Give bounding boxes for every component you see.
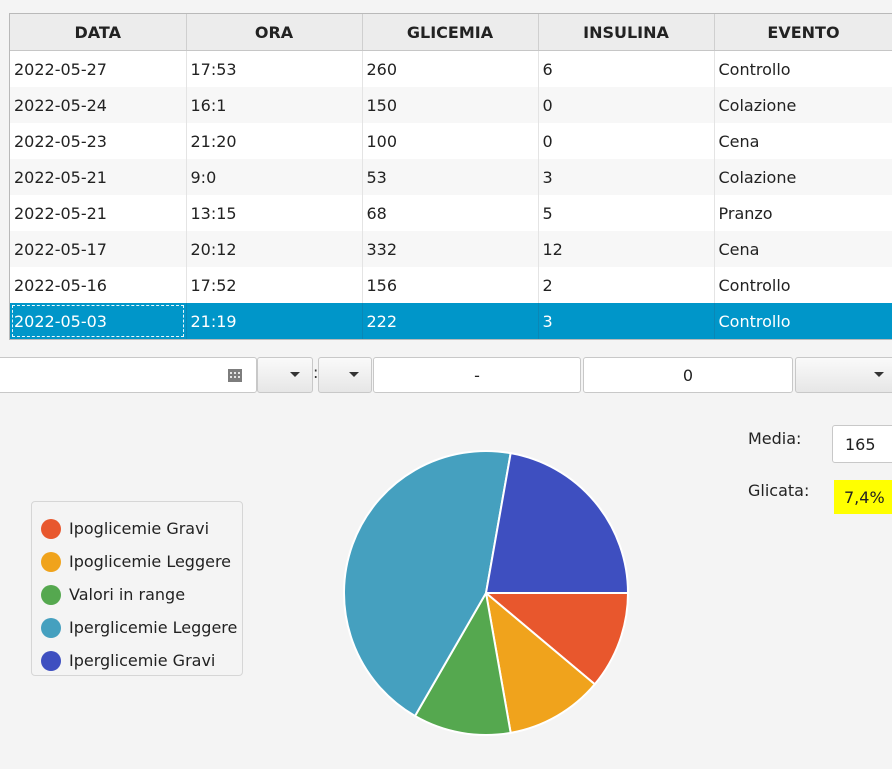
cell-insulina: 5	[538, 195, 715, 231]
legend-dot-icon	[41, 584, 61, 605]
cell-evento: Colazione	[714, 87, 892, 123]
entry-form-bar: : - 0	[0, 357, 892, 395]
table-row[interactable]: 2022-05-21 13:15 68 5 Pranzo	[10, 195, 892, 231]
legend-dot-icon	[41, 518, 61, 539]
cell-ora: 17:53	[186, 50, 363, 87]
table-row[interactable]: 2022-05-27 17:53 260 6 Controllo	[10, 50, 892, 87]
legend-label: Iperglicemie Leggere	[69, 618, 238, 637]
cell-data: 2022-05-03	[10, 303, 187, 339]
cell-data: 2022-05-21	[10, 195, 187, 231]
legend-label: Iperglicemie Gravi	[69, 651, 216, 670]
cell-insulina: 0	[538, 123, 715, 159]
cell-ora: 21:19	[186, 303, 363, 339]
cell-ora: 20:12	[186, 231, 363, 267]
cell-evento: Controllo	[714, 50, 892, 87]
table-row[interactable]: 2022-05-21 9:0 53 3 Colazione	[10, 159, 892, 195]
cell-ora: 13:15	[186, 195, 363, 231]
cell-ora: 17:52	[186, 267, 363, 303]
legend-label: Ipoglicemie Leggere	[69, 552, 232, 571]
calendar-icon[interactable]	[228, 369, 242, 382]
legend-item: Iperglicemie Gravi	[32, 644, 242, 677]
hour-combo[interactable]	[257, 357, 313, 393]
column-header-evento[interactable]: EVENTO	[714, 14, 892, 51]
cell-data: 2022-05-23	[10, 123, 187, 159]
cell-insulina: 0	[538, 87, 715, 123]
cell-insulina: 2	[538, 267, 715, 303]
cell-glicemia: 53	[362, 159, 539, 195]
legend-item: Ipoglicemie Gravi	[32, 512, 242, 545]
cell-evento: Cena	[714, 231, 892, 267]
cell-evento: Colazione	[714, 159, 892, 195]
legend-dot-icon	[41, 551, 61, 572]
cell-glicemia: 68	[362, 195, 539, 231]
evento-combo[interactable]	[795, 357, 892, 393]
cell-glicemia: 150	[362, 87, 539, 123]
cell-evento: Cena	[714, 123, 892, 159]
cell-ora: 9:0	[186, 159, 363, 195]
table-row[interactable]: 2022-05-23 21:20 100 0 Cena	[10, 123, 892, 159]
column-header-data[interactable]: DATA	[10, 14, 187, 51]
cell-data: 2022-05-24	[10, 87, 187, 123]
legend-item: Iperglicemie Leggere	[32, 611, 242, 644]
date-input[interactable]	[0, 357, 257, 393]
glicata-label: Glicata:	[748, 481, 810, 500]
chart-legend: Ipoglicemie Gravi Ipoglicemie Leggere Va…	[31, 501, 243, 676]
cell-ora: 16:1	[186, 87, 363, 123]
insulina-field[interactable]: 0	[583, 357, 793, 393]
cell-evento: Pranzo	[714, 195, 892, 231]
cell-ora: 21:20	[186, 123, 363, 159]
legend-dot-icon	[41, 617, 61, 638]
table-row[interactable]: 2022-05-17 20:12 332 12 Cena	[10, 231, 892, 267]
cell-data: 2022-05-16	[10, 267, 187, 303]
cell-glicemia: 260	[362, 50, 539, 87]
legend-item: Ipoglicemie Leggere	[32, 545, 242, 578]
cell-evento: Controllo	[714, 267, 892, 303]
cell-insulina: 12	[538, 231, 715, 267]
cell-insulina: 3	[538, 159, 715, 195]
cell-glicemia: 332	[362, 231, 539, 267]
cell-evento: Controllo	[714, 303, 892, 339]
media-value-field: 165	[832, 425, 892, 463]
glycemia-pie-chart	[342, 450, 630, 736]
cell-glicemia: 156	[362, 267, 539, 303]
table-header-row: DATA ORA GLICEMIA INSULINA EVENTO	[10, 14, 892, 51]
cell-insulina: 6	[538, 50, 715, 87]
cell-glicemia: 222	[362, 303, 539, 339]
chevron-down-icon	[290, 372, 300, 377]
cell-data: 2022-05-27	[10, 50, 187, 87]
cell-data: 2022-05-17	[10, 231, 187, 267]
minute-combo[interactable]	[318, 357, 372, 393]
legend-label: Ipoglicemie Gravi	[69, 519, 210, 538]
chevron-down-icon	[874, 372, 884, 377]
column-header-insulina[interactable]: INSULINA	[538, 14, 715, 51]
cell-insulina: 3	[538, 303, 715, 339]
glicata-value-badge: 7,4%	[834, 480, 892, 514]
table-row[interactable]: 2022-05-16 17:52 156 2 Controllo	[10, 267, 892, 303]
cell-data: 2022-05-21	[10, 159, 187, 195]
column-header-ora[interactable]: ORA	[186, 14, 363, 51]
glicemia-field[interactable]: -	[373, 357, 581, 393]
table-row-selected[interactable]: 2022-05-03 21:19 222 3 Controllo	[10, 303, 892, 339]
pie-slice-iperglicemie-gravi	[484, 452, 630, 594]
media-label: Media:	[748, 429, 802, 448]
legend-dot-icon	[41, 650, 61, 671]
chevron-down-icon	[349, 372, 359, 377]
column-header-glicemia[interactable]: GLICEMIA	[362, 14, 539, 51]
readings-table[interactable]: DATA ORA GLICEMIA INSULINA EVENTO 2022-0…	[9, 13, 892, 340]
legend-item: Valori in range	[32, 578, 242, 611]
table-row[interactable]: 2022-05-24 16:1 150 0 Colazione	[10, 87, 892, 123]
cell-glicemia: 100	[362, 123, 539, 159]
legend-label: Valori in range	[69, 585, 186, 604]
